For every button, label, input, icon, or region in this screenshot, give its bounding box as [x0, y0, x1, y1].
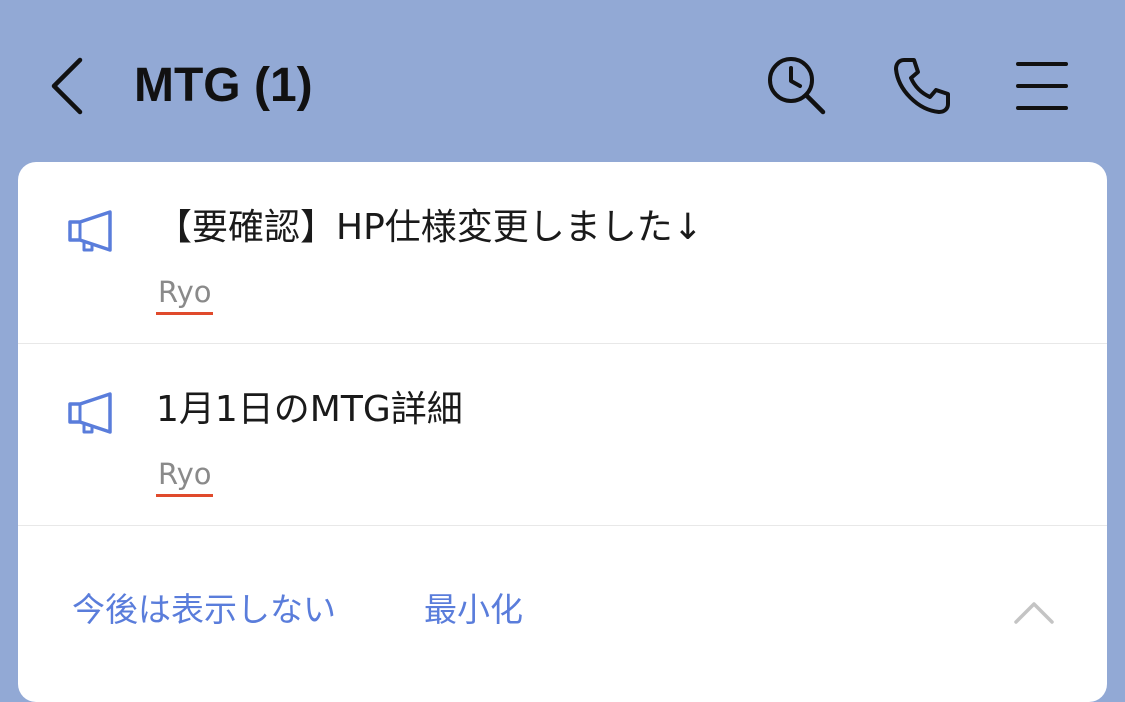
call-button[interactable] [890, 54, 954, 118]
menu-button[interactable] [1010, 54, 1074, 118]
announcement-author: Ryo [156, 274, 214, 315]
announcement-item[interactable]: 1月1日のMTG詳細 Ryo [18, 344, 1107, 526]
announcement-message: 【要確認】HP仕様変更しました↓ [156, 207, 703, 248]
megaphone-icon [68, 210, 112, 252]
announcements-footer: 今後は表示しない 最小化 [18, 526, 1107, 702]
hamburger-menu-icon [1016, 62, 1068, 110]
dont-show-again-button[interactable]: 今後は表示しない [72, 588, 336, 632]
chevron-left-icon [51, 57, 83, 115]
announcement-message: 1月1日のMTG詳細 [156, 389, 463, 430]
back-button[interactable] [42, 54, 90, 118]
minimize-button[interactable]: 最小化 [424, 588, 523, 632]
announcement-author: Ryo [156, 456, 214, 497]
announcement-item[interactable]: 【要確認】HP仕様変更しました↓ Ryo [18, 162, 1107, 344]
chat-header: MTG (1) [0, 0, 1125, 162]
chat-title: MTG (1) [134, 59, 313, 112]
announcements-panel: 【要確認】HP仕様変更しました↓ Ryo 1月1日のMTG詳細 Ryo 今後は表… [18, 162, 1107, 702]
phone-icon [894, 58, 950, 114]
search-history-button[interactable] [765, 54, 829, 118]
megaphone-icon [68, 392, 112, 434]
chevron-up-icon[interactable] [1010, 588, 1058, 636]
search-history-icon [768, 57, 826, 115]
